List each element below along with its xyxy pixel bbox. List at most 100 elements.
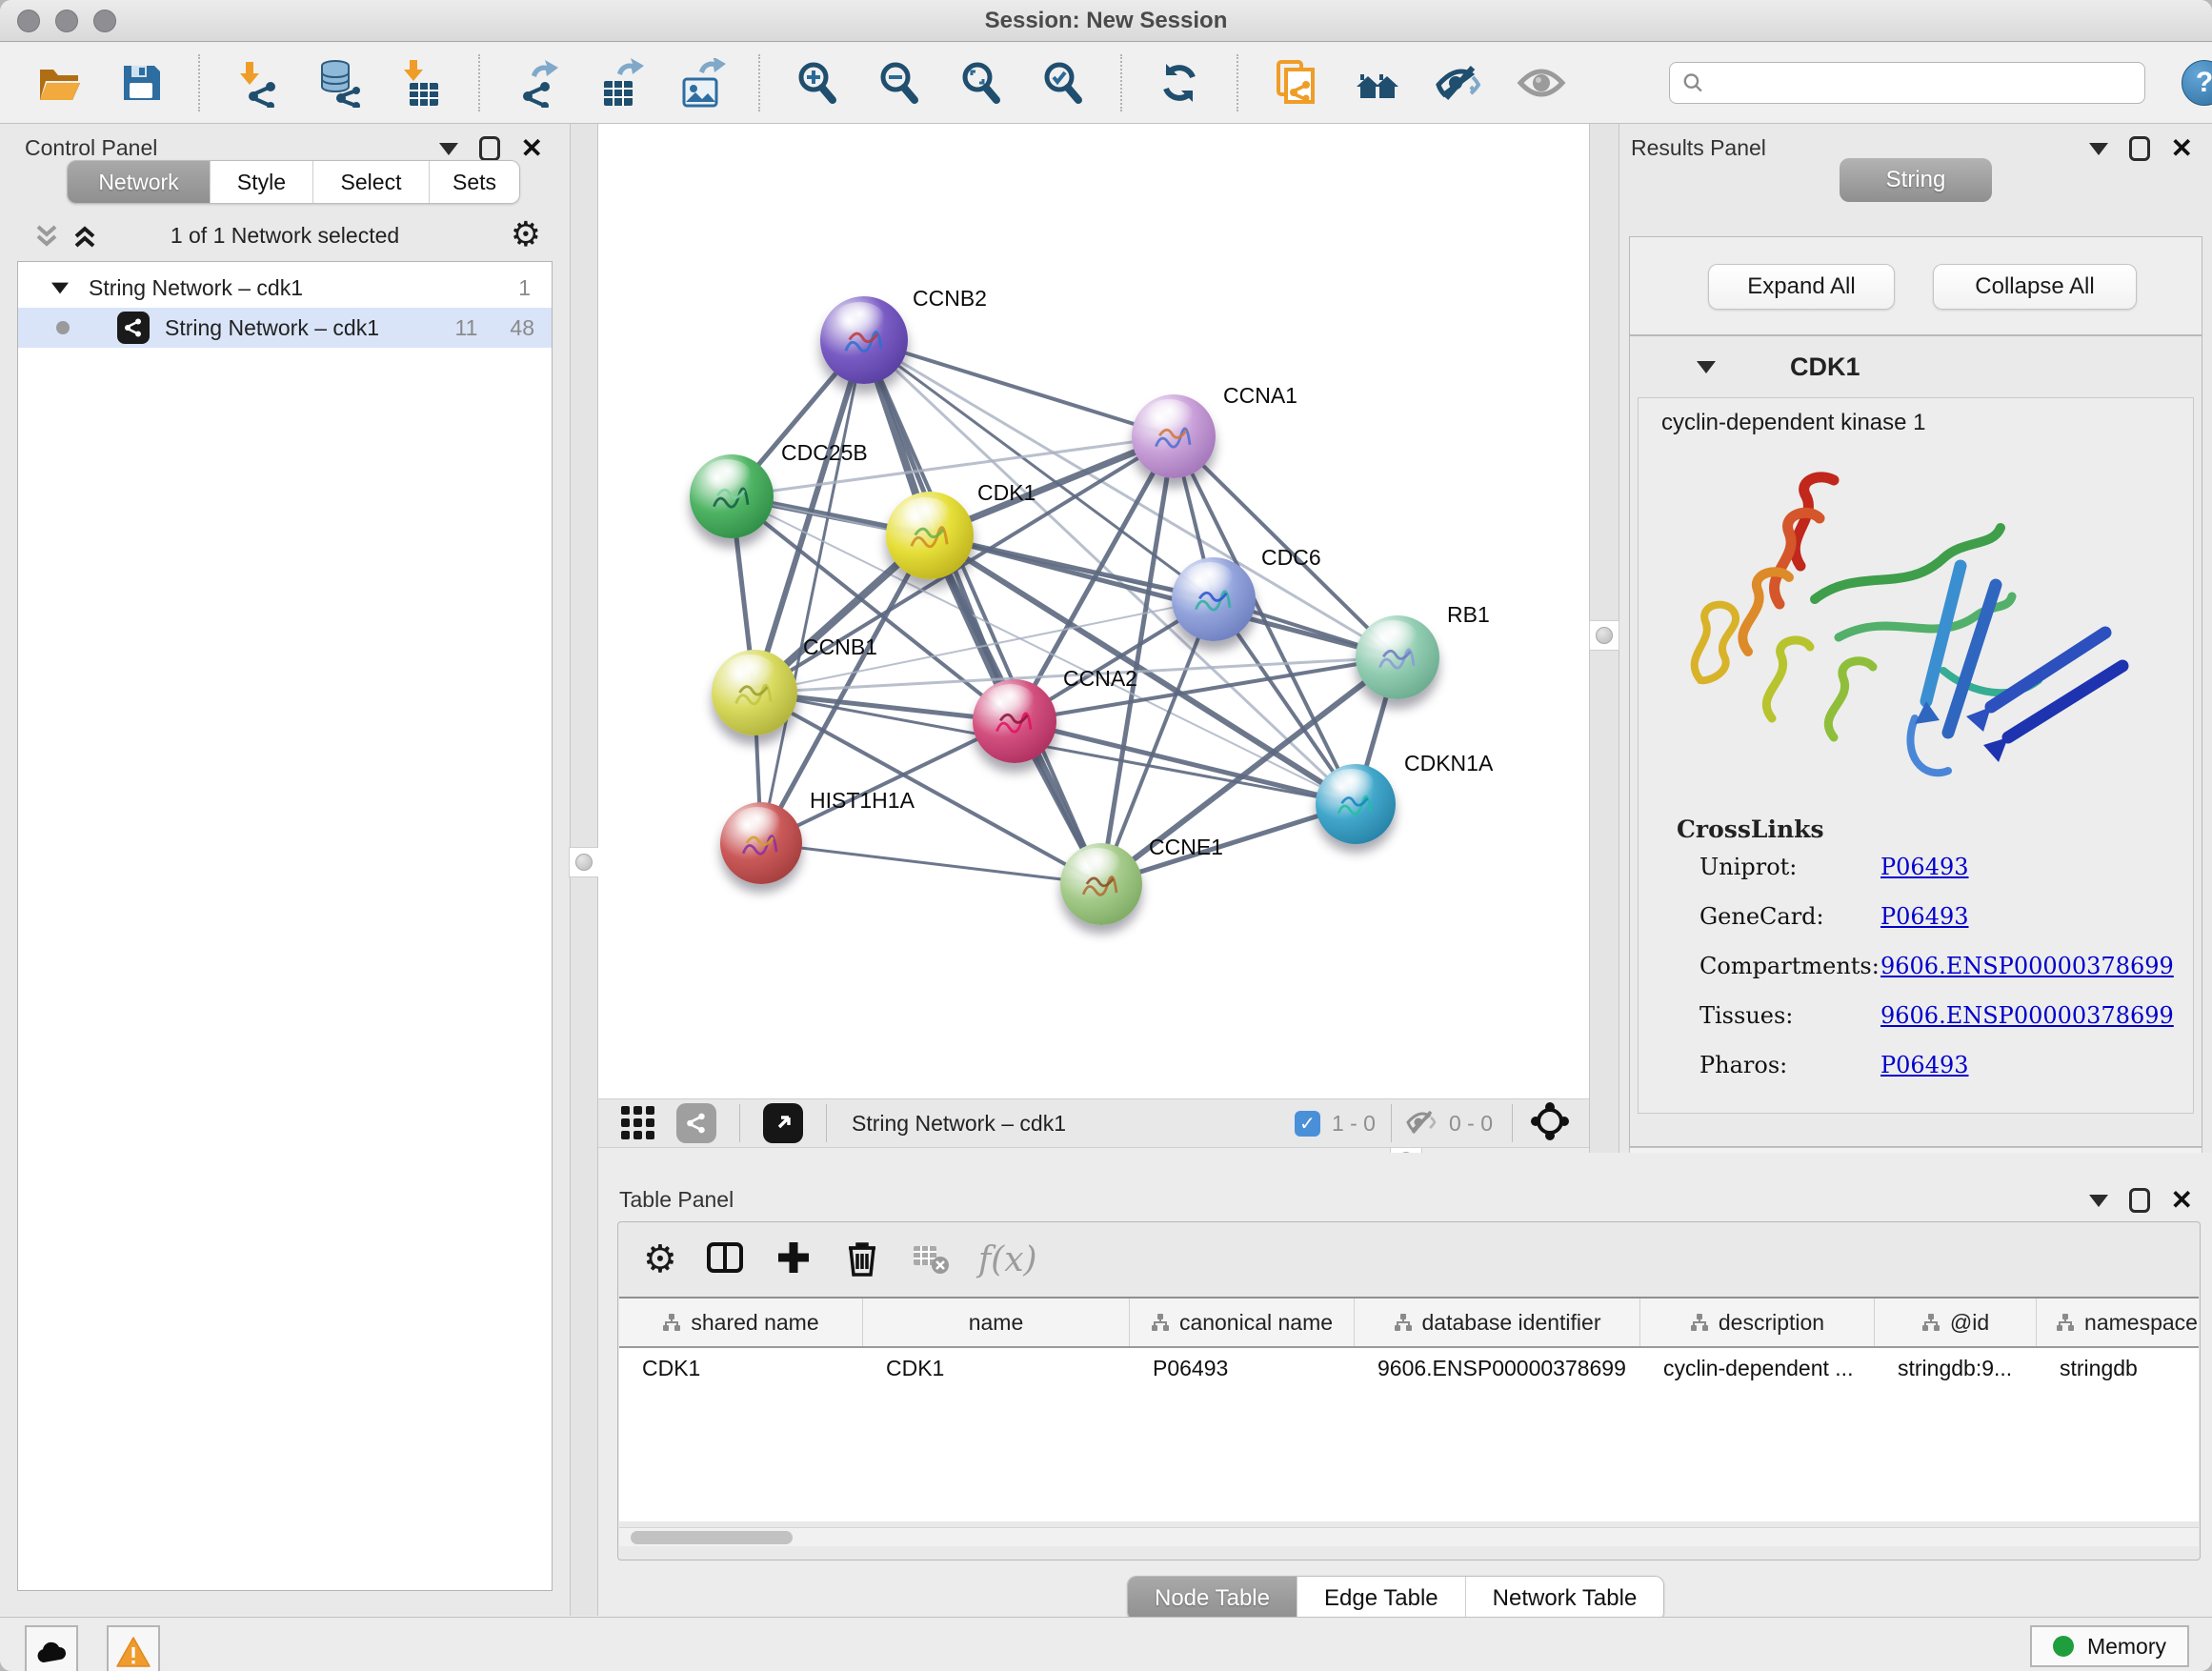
save-session-icon[interactable] bbox=[116, 58, 166, 108]
column-header-@id[interactable]: @id bbox=[1875, 1299, 2037, 1346]
zoom-fit-icon[interactable] bbox=[956, 58, 1006, 108]
network-node-CDC6[interactable] bbox=[1172, 557, 1256, 641]
tab-style[interactable]: Style bbox=[211, 161, 313, 203]
column-header-namespace[interactable]: namespace bbox=[2037, 1299, 2199, 1346]
network-collection-row[interactable]: String Network – cdk1 1 bbox=[18, 268, 552, 308]
network-edge[interactable] bbox=[930, 535, 1398, 657]
zoom-in-icon[interactable] bbox=[793, 58, 842, 108]
expand-all-button[interactable]: Expand All bbox=[1708, 264, 1895, 310]
network-node-CDKN1A[interactable] bbox=[1316, 764, 1396, 844]
detach-view-icon[interactable] bbox=[763, 1103, 803, 1143]
search-input[interactable] bbox=[1705, 70, 2133, 96]
tab-edge-table[interactable]: Edge Table bbox=[1297, 1577, 1466, 1621]
memory-button[interactable]: Memory bbox=[2030, 1625, 2189, 1667]
tab-string[interactable]: String bbox=[1840, 158, 1992, 202]
panel-float-icon[interactable] bbox=[2129, 1188, 2150, 1213]
panel-menu-icon[interactable] bbox=[2089, 143, 2108, 155]
table-cell[interactable]: CDK1 bbox=[863, 1348, 1130, 1388]
table-row[interactable]: CDK1CDK1P064939606.ENSP00000378699cyclin… bbox=[619, 1348, 2199, 1388]
show-all-icon[interactable] bbox=[1517, 58, 1566, 108]
table-cell[interactable]: stringdb:9... bbox=[1875, 1348, 2037, 1388]
crosslink-link[interactable]: 9606.ENSP00000378699 bbox=[1880, 1002, 2174, 1029]
tab-node-table[interactable]: Node Table bbox=[1128, 1577, 1297, 1621]
network-canvas[interactable]: CCNB2 CCNA1 CDC25B CDK1 CDC6 RB1 CCNB1 C… bbox=[598, 124, 1589, 1098]
tab-select[interactable]: Select bbox=[313, 161, 430, 203]
first-neighbors-icon[interactable] bbox=[1353, 58, 1402, 108]
network-node-CDK1[interactable] bbox=[886, 492, 974, 579]
search-field[interactable] bbox=[1669, 62, 2145, 104]
zoom-selected-icon[interactable] bbox=[1038, 58, 1088, 108]
tree-expand-icon[interactable] bbox=[50, 282, 70, 294]
table-cell[interactable]: CDK1 bbox=[619, 1348, 863, 1388]
delete-table-icon[interactable] bbox=[910, 1237, 952, 1283]
column-header-name[interactable]: name bbox=[863, 1299, 1130, 1346]
network-node-CCNA1[interactable] bbox=[1132, 394, 1216, 478]
import-network-icon[interactable] bbox=[232, 58, 282, 108]
panel-float-icon[interactable] bbox=[479, 136, 500, 161]
show-columns-icon[interactable] bbox=[704, 1237, 746, 1283]
export-network-icon[interactable] bbox=[513, 58, 562, 108]
panel-menu-icon[interactable] bbox=[439, 143, 458, 155]
hidden-eye-icon[interactable] bbox=[1405, 1107, 1439, 1140]
export-table-icon[interactable] bbox=[594, 58, 644, 108]
table-cell[interactable]: 9606.ENSP00000378699 bbox=[1355, 1348, 1640, 1388]
table-cell[interactable]: stringdb bbox=[2037, 1348, 2199, 1388]
open-file-icon[interactable] bbox=[34, 58, 84, 108]
network-edge[interactable] bbox=[761, 843, 1101, 884]
tab-network-table[interactable]: Network Table bbox=[1466, 1577, 1664, 1621]
table-cell[interactable]: P06493 bbox=[1130, 1348, 1355, 1388]
network-node-CDC25B[interactable] bbox=[690, 454, 774, 538]
import-table-icon[interactable] bbox=[396, 58, 446, 108]
collapse-all-button[interactable]: Collapse All bbox=[1933, 264, 2137, 310]
hscrollbar-thumb[interactable] bbox=[631, 1531, 793, 1544]
right-splitter-handle[interactable] bbox=[1589, 620, 1619, 651]
help-button[interactable]: ? bbox=[2182, 60, 2212, 106]
crosslinks-title: CrossLinks bbox=[1677, 815, 1824, 843]
network-node-CCNB1[interactable] bbox=[712, 650, 797, 735]
table-options-gear-icon[interactable]: ⚙ bbox=[643, 1240, 677, 1278]
crosslink-link[interactable]: P06493 bbox=[1880, 854, 1969, 880]
crosslink-link[interactable]: 9606.ENSP00000378699 bbox=[1880, 953, 2174, 979]
function-builder-icon[interactable]: f(x) bbox=[978, 1240, 1037, 1279]
tab-network[interactable]: Network bbox=[68, 161, 211, 203]
warnings-button[interactable] bbox=[107, 1625, 160, 1671]
add-column-icon[interactable] bbox=[773, 1237, 814, 1283]
import-network-from-database-icon[interactable] bbox=[314, 58, 364, 108]
clone-network-icon[interactable] bbox=[1271, 58, 1320, 108]
export-image-icon[interactable] bbox=[676, 58, 726, 108]
network-edge[interactable] bbox=[864, 340, 1174, 436]
column-header-database-identifier[interactable]: database identifier bbox=[1355, 1299, 1640, 1346]
network-node-RB1[interactable] bbox=[1356, 615, 1439, 699]
crosslink-link[interactable]: P06493 bbox=[1880, 1052, 1969, 1078]
center-view-icon[interactable] bbox=[1528, 1099, 1572, 1148]
zoom-out-icon[interactable] bbox=[875, 58, 924, 108]
panel-float-icon[interactable] bbox=[2129, 136, 2150, 161]
gene-section-header[interactable]: CDK1 bbox=[1630, 336, 2202, 397]
tab-sets[interactable]: Sets bbox=[430, 161, 519, 203]
panel-close-icon[interactable]: ✕ bbox=[521, 135, 543, 162]
column-header-shared-name[interactable]: shared name bbox=[619, 1299, 863, 1346]
panel-menu-icon[interactable] bbox=[2089, 1195, 2108, 1207]
crosslink-link[interactable]: P06493 bbox=[1880, 903, 1969, 930]
left-splitter-handle[interactable] bbox=[569, 847, 599, 877]
network-edge[interactable] bbox=[1015, 721, 1356, 804]
network-options-gear-icon[interactable]: ⚙ bbox=[511, 217, 541, 252]
delete-column-icon[interactable] bbox=[841, 1237, 883, 1283]
network-node-CCNA2[interactable] bbox=[973, 679, 1056, 763]
network-node-HIST1H1A[interactable] bbox=[720, 802, 802, 884]
hide-selected-icon[interactable] bbox=[1435, 58, 1484, 108]
section-collapse-icon[interactable] bbox=[1697, 361, 1716, 373]
table-hscrollbar[interactable] bbox=[619, 1527, 2199, 1546]
table-cell[interactable]: cyclin-dependent ... bbox=[1640, 1348, 1875, 1388]
network-node-CCNB2[interactable] bbox=[820, 296, 908, 384]
refresh-icon[interactable] bbox=[1155, 58, 1204, 108]
column-header-description[interactable]: description bbox=[1640, 1299, 1875, 1346]
column-header-canonical-name[interactable]: canonical name bbox=[1130, 1299, 1355, 1346]
birds-eye-grid-icon[interactable] bbox=[617, 1100, 659, 1147]
cloud-button[interactable] bbox=[25, 1625, 78, 1671]
network-node-CCNE1[interactable] bbox=[1060, 843, 1142, 925]
panel-close-icon[interactable]: ✕ bbox=[2171, 135, 2193, 162]
selected-checkbox-icon[interactable]: ✓ bbox=[1295, 1111, 1320, 1137]
panel-close-icon[interactable]: ✕ bbox=[2171, 1187, 2193, 1214]
network-row[interactable]: String Network – cdk1 11 48 bbox=[18, 308, 552, 348]
